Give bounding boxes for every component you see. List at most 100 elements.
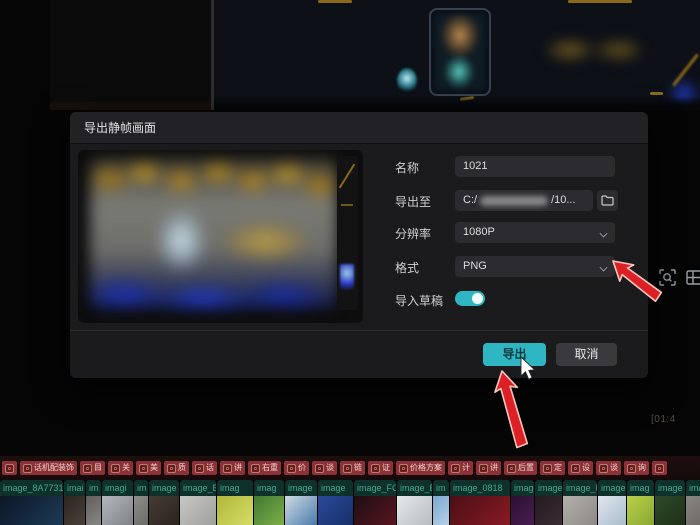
clip-name: image_0818 [450,480,510,496]
timeline-clip[interactable]: image [655,480,685,525]
timeline-tag[interactable] [2,461,17,475]
timeline-tag[interactable]: 谈 [312,461,337,475]
timeline-clip[interactable]: imag [627,480,654,525]
timeline-clip[interactable]: imai [64,480,85,525]
timeline-clip[interactable]: image_E [563,480,597,525]
frame-preview-blurred-image [90,158,337,308]
timeline-clip[interactable]: image [318,480,353,525]
timeline-tag[interactable]: 设 [568,461,593,475]
clip-thumbnail [598,496,626,525]
clip-name: image_E [563,480,597,496]
browse-folder-button[interactable] [597,190,618,211]
timeline-clip[interactable]: image [285,480,317,525]
timeline-tag[interactable]: 谈 [596,461,621,475]
clip-name: image_B [397,480,432,496]
format-select[interactable]: PNG [455,256,615,277]
timeline-tag[interactable]: 讲 [220,461,245,475]
tag-icon [83,464,92,473]
clip-name: imag [627,480,654,496]
timeline-tag[interactable]: 质 [164,461,189,475]
timeline-tag[interactable]: 证 [368,461,393,475]
clip-thumbnail [450,496,510,525]
timeline-clip[interactable]: im [86,480,101,525]
clip-name: im [86,480,101,496]
clip-name: image [535,480,562,496]
timeline-tag[interactable]: 美 [136,461,161,475]
timeline-clip[interactable]: imag [217,480,253,525]
timeline-tag[interactable]: 询 [624,461,649,475]
dialog-divider [70,330,648,331]
clip-thumbnail [655,496,685,525]
clip-thumbnail [64,496,85,525]
zoom-fit-icon[interactable] [659,269,676,291]
tag-icon [571,464,580,473]
clip-name: image [655,480,685,496]
stage-light-streak [568,0,632,3]
timeline-clip[interactable]: imag [511,480,534,525]
name-input[interactable]: 1021 [455,156,615,177]
timeline-tag[interactable]: 链 [340,461,365,475]
tag-icon [655,464,664,473]
timeline-tag[interactable]: 定 [540,461,565,475]
timeline-tag[interactable]: 右重 [248,461,281,475]
tag-icon [543,464,552,473]
clip-name: imagi [102,480,133,496]
timeline-clip[interactable]: image [598,480,626,525]
clip-thumbnail [86,496,101,525]
audience-silhouette [214,96,700,110]
clip-row: image_8A7731imaiimimagiimimageimage_Eima… [0,480,700,525]
cancel-button[interactable]: 取消 [556,343,617,366]
timeline-tag[interactable]: 关 [108,461,133,475]
clip-name: image [149,480,179,496]
export-button[interactable]: 导出 [483,343,546,366]
preview-left-gutter [50,0,211,110]
timeline-tag[interactable]: 后置 [504,461,537,475]
timeline-clip[interactable]: image_FC [354,480,396,525]
tag-icon [371,464,380,473]
timeline-tag[interactable]: 讲 [476,461,501,475]
stage-spotlights [546,28,642,72]
import-draft-toggle[interactable] [455,291,485,306]
timeline-clip[interactable]: image_B [397,480,432,525]
timeline-clip[interactable]: image_8A7731 [0,480,63,525]
clip-thumbnail [180,496,216,525]
timeline-tag[interactable]: 价 [284,461,309,475]
tag-icon [167,464,176,473]
timeline-clip[interactable]: image_E [180,480,216,525]
tag-icon [111,464,120,473]
tag-icon [315,464,324,473]
clip-thumbnail [254,496,284,525]
clip-thumbnail [535,496,562,525]
timeline-tag[interactable]: 目 [80,461,105,475]
timeline-clip[interactable]: imagi [102,480,133,525]
clip-thumbnail [0,496,63,525]
video-editor-window: [01:4 导出静帧画面 名称 1021 导出至 C:/ /10... 分辨率 [0,0,700,525]
timeline-tag[interactable]: 价格方案 [396,461,445,475]
timeline-tag[interactable]: 计 [448,461,473,475]
export-path-field[interactable]: C:/ /10... [455,190,593,211]
timeline-clip[interactable]: image [686,480,700,525]
resolution-select[interactable]: 1080P [455,222,615,243]
grid-icon[interactable] [686,269,700,291]
timeline-tag[interactable]: 话机配装饰 [20,461,77,475]
export-path-label: 导出至 [395,193,431,210]
timeline-clip[interactable]: image [149,480,179,525]
clip-thumbnail [134,496,148,525]
timeline-clip[interactable]: im [433,480,449,525]
clip-thumbnail [285,496,317,525]
tag-icon [195,464,204,473]
tag-icon [627,464,636,473]
clip-name: imag [511,480,534,496]
timeline-clip[interactable]: image_0818 [450,480,510,525]
timeline-tag[interactable]: 话 [192,461,217,475]
chevron-down-icon [600,230,608,238]
timeline-clip[interactable]: im [134,480,148,525]
path-prefix: C:/ [463,190,477,211]
timeline-clip[interactable]: image [535,480,562,525]
tag-icon [251,464,260,473]
timeline-tag[interactable] [652,461,667,475]
clip-name: image_8A7731 [0,480,63,496]
toggle-knob [472,293,483,304]
timeline-clip[interactable]: imag [254,480,284,525]
clip-name: image [686,480,700,496]
